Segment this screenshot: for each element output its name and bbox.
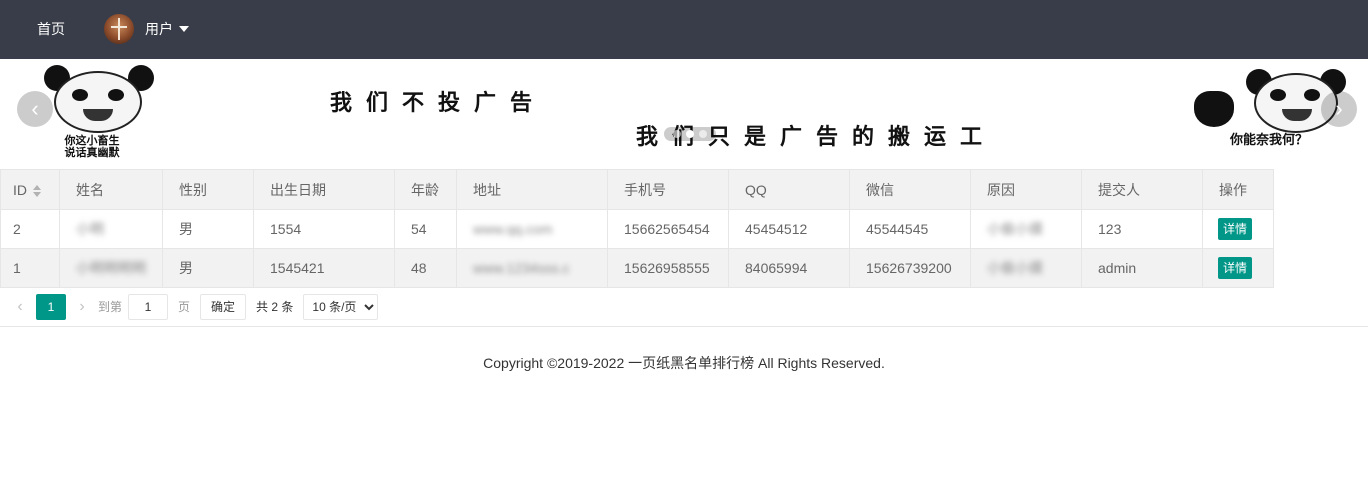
- panda-hand-icon: [1194, 91, 1234, 127]
- col-header-name: 姓名: [59, 169, 163, 210]
- cell-name: 小明明明明: [59, 248, 163, 288]
- cell-birth: 1554: [253, 209, 395, 249]
- cell-reason: 小偷小摸: [970, 209, 1082, 249]
- nav-user-menu[interactable]: 用户: [104, 13, 189, 45]
- prev-page-icon[interactable]: ‹: [10, 298, 30, 316]
- next-page-icon[interactable]: ›: [72, 298, 92, 316]
- col-header-wechat: 微信: [849, 169, 971, 210]
- col-header-reason: 原因: [970, 169, 1082, 210]
- cell-address-blurred: www.1234sss.c: [473, 260, 570, 276]
- col-header-label: ID: [13, 181, 27, 198]
- pagination-bar: ‹ 1 › 到第 页 确定 共 2 条 10 条/页: [0, 287, 1368, 327]
- detail-button[interactable]: 详情: [1218, 218, 1253, 240]
- cell-name: 小明: [59, 209, 163, 249]
- cell-name-blurred: 小明明明明: [76, 260, 146, 276]
- carousel-indicator: [664, 127, 716, 141]
- cell-action: 详情: [1202, 209, 1274, 249]
- blacklist-table-grid: ID 姓名 性别 出生日期 年龄 地址 手机号 QQ 微信 原因 提交人 操作 …: [0, 169, 1274, 288]
- cell-name-blurred: 小明: [76, 221, 104, 237]
- col-header-id[interactable]: ID: [0, 169, 60, 210]
- cell-action: 详情: [1202, 248, 1274, 288]
- sort-icon[interactable]: [33, 184, 41, 197]
- cell-submitter: admin: [1081, 248, 1203, 288]
- goto-label: 到第: [98, 300, 123, 314]
- carousel-dot-active[interactable]: [685, 130, 694, 138]
- meme-caption-right: 你能奈我何？: [1229, 133, 1308, 148]
- cell-address: www.1234sss.c: [456, 248, 608, 288]
- caret-down-icon: [179, 26, 189, 32]
- carousel-dot[interactable]: [672, 130, 681, 138]
- detail-button[interactable]: 详情: [1218, 257, 1253, 279]
- panda-eye-icon: [108, 89, 124, 101]
- cell-reason-blurred: 小偷小摸: [987, 221, 1043, 237]
- table-row: 2 小明 男 1554 54 www.qq.com 15662565454 45…: [0, 209, 1274, 249]
- cell-gender: 男: [162, 209, 254, 249]
- cell-id: 1: [0, 248, 60, 288]
- meme-caption-line: 说话真幽默: [64, 146, 120, 159]
- page-unit-label: 页: [178, 300, 191, 314]
- col-header-phone: 手机号: [607, 169, 729, 210]
- cell-reason: 小偷小摸: [970, 248, 1082, 288]
- carousel-next-button[interactable]: ›: [1321, 91, 1357, 127]
- carousel-prev-button[interactable]: ‹: [17, 91, 53, 127]
- carousel-dot[interactable]: [699, 130, 708, 138]
- cell-wechat: 15626739200: [849, 248, 971, 288]
- current-page-button[interactable]: 1: [36, 293, 66, 320]
- top-nav-bar: 首页 用户: [0, 0, 1368, 59]
- meme-caption-left: 你这小畜生 说话真幽默: [46, 135, 138, 159]
- cell-birth: 1545421: [253, 248, 395, 288]
- panda-eye-icon: [1304, 89, 1320, 101]
- col-header-address: 地址: [456, 169, 608, 210]
- table-header-row: ID 姓名 性别 出生日期 年龄 地址 手机号 QQ 微信 原因 提交人 操作: [0, 169, 1274, 210]
- cell-reason-blurred: 小偷小摸: [987, 260, 1043, 276]
- table-row: 1 小明明明明 男 1545421 48 www.1234sss.c 15626…: [0, 248, 1274, 288]
- cell-gender: 男: [162, 248, 254, 288]
- cell-submitter: 123: [1081, 209, 1203, 249]
- page-size-select[interactable]: 10 条/页: [303, 293, 379, 320]
- nav-home-link[interactable]: 首页: [37, 20, 65, 38]
- col-header-gender: 性别: [162, 169, 254, 210]
- panda-face-icon: [54, 71, 142, 133]
- cell-age: 54: [394, 209, 457, 249]
- cell-phone: 15626958555: [607, 248, 729, 288]
- cell-id: 2: [0, 209, 60, 249]
- cell-age: 48: [394, 248, 457, 288]
- footer-copyright: Copyright ©2019-2022 一页纸黑名单排行榜 All Right…: [483, 355, 885, 371]
- cell-qq: 45454512: [728, 209, 850, 249]
- blacklist-table: ID 姓名 性别 出生日期 年龄 地址 手机号 QQ 微信 原因 提交人 操作 …: [0, 169, 1368, 288]
- panda-eye-icon: [72, 89, 88, 101]
- col-header-submitter: 提交人: [1081, 169, 1203, 210]
- total-count-label: 共 2 条: [256, 300, 294, 314]
- col-header-birth: 出生日期: [253, 169, 395, 210]
- ad-banner-carousel: 你这小畜生 说话真幽默 我们不投广告 我们只是广告的搬运工 你能奈我何？ ‹ ›: [0, 59, 1368, 169]
- cell-wechat: 45544545: [849, 209, 971, 249]
- col-header-age: 年龄: [394, 169, 457, 210]
- col-header-qq: QQ: [728, 169, 850, 210]
- cell-address-blurred: www.qq.com: [473, 221, 553, 237]
- col-header-action: 操作: [1202, 169, 1274, 210]
- cell-qq: 84065994: [728, 248, 850, 288]
- cell-phone: 15662565454: [607, 209, 729, 249]
- banner-text-line1: 我们不投广告: [330, 91, 547, 116]
- panda-eye-icon: [1270, 89, 1286, 101]
- nav-user-label: 用户: [145, 21, 173, 37]
- panda-meme-left: 你这小畜生 说话真幽默: [34, 63, 166, 159]
- goto-confirm-button[interactable]: 确定: [200, 293, 247, 320]
- goto-page-input[interactable]: [128, 293, 169, 320]
- avatar: [104, 14, 134, 44]
- cell-address: www.qq.com: [456, 209, 608, 249]
